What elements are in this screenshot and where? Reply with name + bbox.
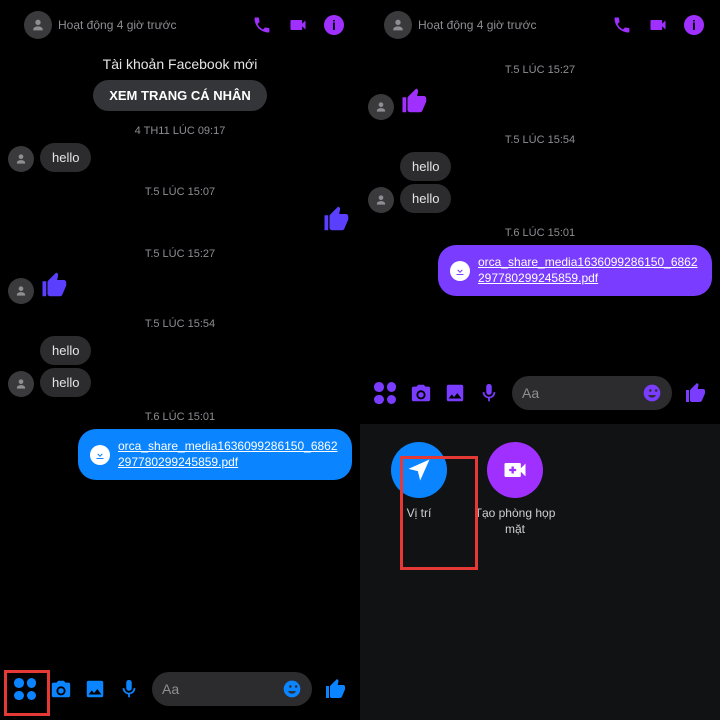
apps-button[interactable] — [372, 380, 398, 406]
mic-button[interactable] — [118, 678, 140, 700]
message-row — [368, 82, 712, 120]
activity-status: Hoạt động 4 giờ trước — [418, 18, 537, 32]
thumbs-up-sent — [8, 204, 352, 234]
timestamp: T.5 LÚC 15:07 — [8, 186, 352, 198]
timestamp: T.6 LÚC 15:01 — [368, 227, 712, 239]
new-account-title: Tài khoản Facebook mới — [8, 56, 352, 72]
sender-avatar[interactable] — [368, 187, 394, 213]
voice-call-button[interactable] — [252, 15, 272, 35]
file-name: orca_share_media1636099286150_6862297780… — [118, 439, 340, 470]
download-icon — [90, 445, 110, 465]
create-room-tile[interactable]: Tạo phòng họp mặt — [470, 442, 560, 537]
thumbs-up-received — [400, 86, 430, 116]
mic-button[interactable] — [478, 382, 500, 404]
video-call-button[interactable] — [288, 15, 308, 35]
timestamp: T.6 LÚC 15:01 — [8, 411, 352, 423]
back-button[interactable] — [368, 8, 384, 42]
thumbs-up-received — [40, 270, 70, 300]
emoji-icon[interactable] — [282, 679, 302, 699]
like-button[interactable] — [324, 677, 348, 701]
gallery-button[interactable] — [444, 382, 466, 404]
app-drawer: Vị trí Tạo phòng họp mặt — [360, 424, 720, 720]
info-button[interactable]: i — [684, 15, 704, 35]
location-tile[interactable]: Vị trí — [374, 442, 464, 522]
message-row: hello — [368, 152, 712, 181]
file-name: orca_share_media1636099286150_6862297780… — [478, 255, 700, 286]
incoming-message[interactable]: hello — [40, 368, 91, 397]
activity-status: Hoạt động 4 giờ trước — [58, 18, 177, 32]
camera-button[interactable] — [410, 382, 432, 404]
chat-header: Hoạt động 4 giờ trước i — [360, 0, 720, 50]
timestamp: T.5 LÚC 15:27 — [368, 64, 712, 76]
sender-avatar[interactable] — [368, 94, 394, 120]
message-row — [8, 266, 352, 304]
composer-bar: Aa — [0, 664, 360, 720]
message-input[interactable]: Aa — [152, 672, 312, 706]
message-row: hello — [8, 368, 352, 397]
sender-avatar[interactable] — [8, 278, 34, 304]
voice-call-button[interactable] — [612, 15, 632, 35]
composer-bar: Aa — [360, 368, 720, 424]
chat-header: Hoạt động 4 giờ trước i — [0, 0, 360, 50]
incoming-message[interactable]: hello — [400, 184, 451, 213]
message-thread: T.5 LÚC 15:27 T.5 LÚC 15:54 hello hello … — [360, 50, 720, 368]
gallery-button[interactable] — [84, 678, 106, 700]
info-button[interactable]: i — [324, 15, 344, 35]
message-row: orca_share_media1636099286150_6862297780… — [368, 245, 712, 296]
header-avatar[interactable] — [24, 11, 52, 39]
view-profile-button[interactable]: XEM TRANG CÁ NHÂN — [93, 80, 267, 111]
file-attachment-sent[interactable]: orca_share_media1636099286150_6862297780… — [78, 429, 352, 480]
emoji-icon[interactable] — [642, 383, 662, 403]
camera-button[interactable] — [50, 678, 72, 700]
like-button[interactable] — [684, 381, 708, 405]
apps-button[interactable] — [12, 676, 38, 702]
input-placeholder: Aa — [162, 681, 282, 697]
timestamp: T.5 LÚC 15:27 — [8, 248, 352, 260]
message-thread: Tài khoản Facebook mới XEM TRANG CÁ NHÂN… — [0, 50, 360, 664]
input-placeholder: Aa — [522, 385, 642, 401]
header-avatar[interactable] — [384, 11, 412, 39]
download-icon — [450, 261, 470, 281]
sender-avatar[interactable] — [8, 146, 34, 172]
timestamp: T.5 LÚC 15:54 — [8, 318, 352, 330]
incoming-message[interactable]: hello — [400, 152, 451, 181]
timestamp: T.5 LÚC 15:54 — [368, 134, 712, 146]
video-call-button[interactable] — [648, 15, 668, 35]
location-icon — [391, 442, 447, 498]
incoming-message[interactable]: hello — [40, 336, 91, 365]
right-panel: Hoạt động 4 giờ trước i T.5 LÚC 15:27 T.… — [360, 0, 720, 720]
message-input[interactable]: Aa — [512, 376, 672, 410]
message-row: hello — [8, 336, 352, 365]
file-attachment-sent[interactable]: orca_share_media1636099286150_6862297780… — [438, 245, 712, 296]
left-panel: Hoạt động 4 giờ trước i Tài khoản Facebo… — [0, 0, 360, 720]
message-row: hello — [8, 143, 352, 172]
video-plus-icon — [487, 442, 543, 498]
create-room-label: Tạo phòng họp mặt — [470, 506, 560, 537]
sender-avatar[interactable] — [8, 371, 34, 397]
message-row: orca_share_media1636099286150_6862297780… — [8, 429, 352, 480]
timestamp: 4 TH11 LÚC 09:17 — [8, 125, 352, 137]
back-button[interactable] — [8, 8, 24, 42]
incoming-message[interactable]: hello — [40, 143, 91, 172]
location-label: Vị trí — [407, 506, 432, 522]
message-row: hello — [368, 184, 712, 213]
